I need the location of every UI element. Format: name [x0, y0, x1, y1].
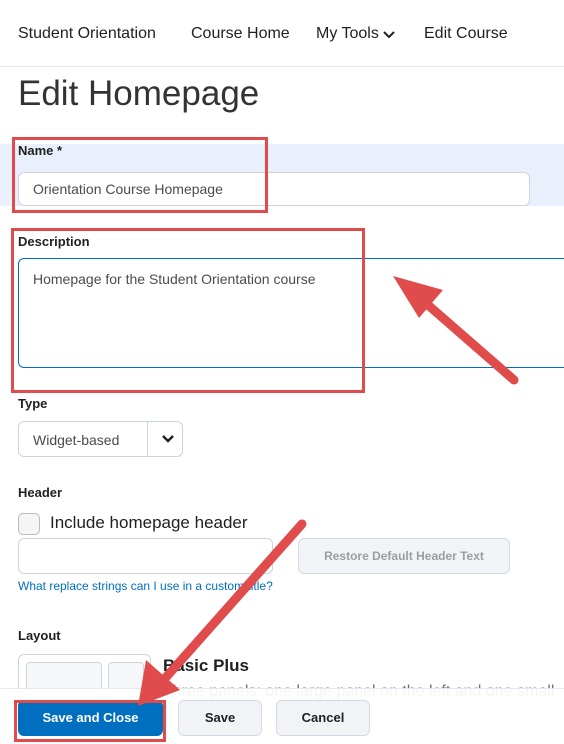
nav-my-tools-label: My Tools [316, 25, 379, 42]
annotation-box-name [12, 137, 268, 213]
nav-edit-course[interactable]: Edit Course [424, 25, 508, 43]
nav-course-home[interactable]: Course Home [191, 25, 290, 43]
nav-student-orientation[interactable]: Student Orientation [18, 25, 156, 43]
replace-strings-help-link[interactable]: What replace strings can I use in a cust… [18, 579, 273, 593]
type-select-value: Widget-based [33, 432, 120, 448]
select-divider [147, 422, 148, 456]
annotation-box-description [11, 228, 365, 393]
type-label: Type [18, 396, 48, 411]
include-header-label: Include homepage header [50, 513, 248, 532]
chevron-down-icon [162, 435, 174, 443]
annotation-box-save-close [14, 700, 166, 742]
layout-label: Layout [18, 628, 61, 643]
save-button[interactable]: Save [178, 700, 262, 736]
cancel-button[interactable]: Cancel [276, 700, 370, 736]
header-text-input[interactable] [18, 538, 273, 574]
page-title: Edit Homepage [18, 74, 260, 113]
restore-default-header-button[interactable]: Restore Default Header Text [298, 538, 510, 574]
nav-my-tools[interactable]: My Tools [316, 25, 395, 43]
type-select[interactable]: Widget-based [18, 421, 183, 457]
chevron-down-icon [383, 31, 395, 39]
include-header-checkbox[interactable] [18, 513, 40, 535]
course-navbar: Student Orientation Course Home My Tools… [0, 0, 564, 67]
layout-name: Basic Plus [163, 656, 249, 675]
header-label: Header [18, 485, 63, 500]
